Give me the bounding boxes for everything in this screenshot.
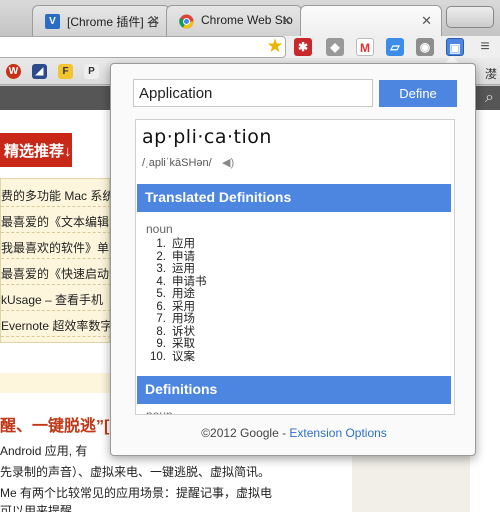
definitions-header: Definitions: [137, 376, 451, 404]
tab-title: Chrome Web Sto: [201, 13, 293, 27]
featured-list: 费的多功能 Mac 系统 最喜爱的《文本编辑 我最喜欢的软件》单 最喜爱的《快速…: [0, 178, 111, 343]
divider-bar: [0, 373, 110, 393]
window-control[interactable]: [446, 6, 494, 28]
search-icon[interactable]: ⌕: [485, 89, 494, 107]
ghost-icon[interactable]: ◉: [416, 38, 434, 56]
v-favicon-icon: V: [45, 14, 60, 29]
tab-strip: V [Chrome 插件] 谷 ✕ Chrome Web Sto ✕ ✕: [0, 0, 500, 36]
tab-active[interactable]: ✕: [300, 5, 442, 36]
menu-icon[interactable]: ≡: [476, 38, 494, 56]
list-item: 7. 用场: [156, 313, 195, 325]
list-item[interactable]: 最喜爱的《快速启动: [1, 259, 111, 285]
list-item: 6. 采用: [156, 300, 195, 313]
phonetic: /ˌapliˈkāSHən/: [142, 157, 212, 169]
article-line: Me 有两个比较常见的应用场景：提醒记事，虚拟电: [0, 486, 273, 500]
p-bookmark-icon[interactable]: P: [84, 64, 99, 79]
list-item: 5. 用途: [156, 288, 195, 300]
part-of-speech: noun: [146, 408, 173, 415]
omnibox[interactable]: [0, 36, 286, 58]
tab-chrome-plugin[interactable]: V [Chrome 插件] 谷 ✕: [32, 5, 170, 36]
part-of-speech: noun: [146, 222, 173, 236]
popup-footer: ©2012 Google - Extension Options: [111, 426, 477, 440]
article-line: Android 应用, 有: [0, 444, 88, 458]
list-item[interactable]: 我最喜欢的软件》单: [1, 233, 111, 259]
gmail-icon[interactable]: M: [356, 38, 374, 56]
chart-bookmark-icon[interactable]: ◢: [32, 64, 47, 79]
list-item: 9. 采取: [156, 338, 195, 350]
definition-list: 1. 应用 2. 申请 3. 运用 4. 申请书 5. 用途 6. 采用 7. 用场 8. 诉状…: [146, 238, 346, 363]
list-item: 3. 运用: [156, 263, 195, 275]
list-item[interactable]: 费的多功能 Mac 系统: [1, 181, 111, 207]
chrome-store-icon: [179, 14, 194, 29]
definition-panel: ap·pli·ca·tion /ˌapliˈkāSHən/ ◀) Transla…: [135, 119, 455, 415]
headword: ap·pli·ca·tion: [142, 126, 272, 148]
define-button[interactable]: Define: [379, 80, 457, 107]
close-icon[interactable]: ✕: [281, 13, 292, 29]
bookmark-ext-icon[interactable]: ▱: [386, 38, 404, 56]
extension-options-link[interactable]: Extension Options: [289, 426, 386, 440]
tab-chrome-web-store[interactable]: Chrome Web Sto ✕: [166, 5, 302, 36]
star-icon[interactable]: ★: [264, 36, 286, 58]
article-line: 先录制的声音）、虚拟来电、一键逃脱、虚拟简讯。: [0, 465, 271, 479]
list-item: 1. 应用: [156, 238, 195, 250]
translated-definitions-header: Translated Definitions: [137, 184, 451, 212]
speaker-icon[interactable]: ◀): [222, 156, 234, 169]
list-item[interactable]: kUsage – 查看手机: [1, 285, 111, 311]
evernote-clipper-icon[interactable]: ✱: [294, 38, 312, 56]
article-line: 可以用来提醒: [0, 504, 73, 512]
list-item: 8. 诉状: [156, 325, 195, 338]
dictionary-popup: Application Define ap·pli·ca·tion /ˌapli…: [110, 63, 476, 456]
list-item: 2. 申请: [156, 250, 195, 263]
tab-title: [Chrome 插件] 谷: [67, 15, 160, 29]
close-icon[interactable]: ✕: [149, 13, 160, 29]
article-heading: 醒、一键脱逃”[: [0, 418, 110, 435]
opera-bookmark-icon[interactable]: W: [6, 64, 21, 79]
list-item[interactable]: 最喜爱的《文本编辑: [1, 207, 111, 233]
featured-banner[interactable]: 精选推荐↓: [0, 133, 72, 167]
close-icon[interactable]: ✕: [421, 13, 432, 29]
list-item: 4. 申请书: [156, 275, 207, 288]
shield-icon[interactable]: ◆: [326, 38, 344, 56]
copyright-text: ©2012 Google -: [201, 426, 290, 440]
f-bookmark-icon[interactable]: F: [58, 64, 73, 79]
dictionary-icon[interactable]: ▣: [446, 38, 464, 56]
search-input[interactable]: Application: [133, 79, 373, 107]
list-item[interactable]: Evernote 超效率数字: [1, 311, 111, 337]
list-item: 10. 议案: [150, 350, 195, 363]
bookmark-label[interactable]: 漤: [485, 65, 497, 82]
